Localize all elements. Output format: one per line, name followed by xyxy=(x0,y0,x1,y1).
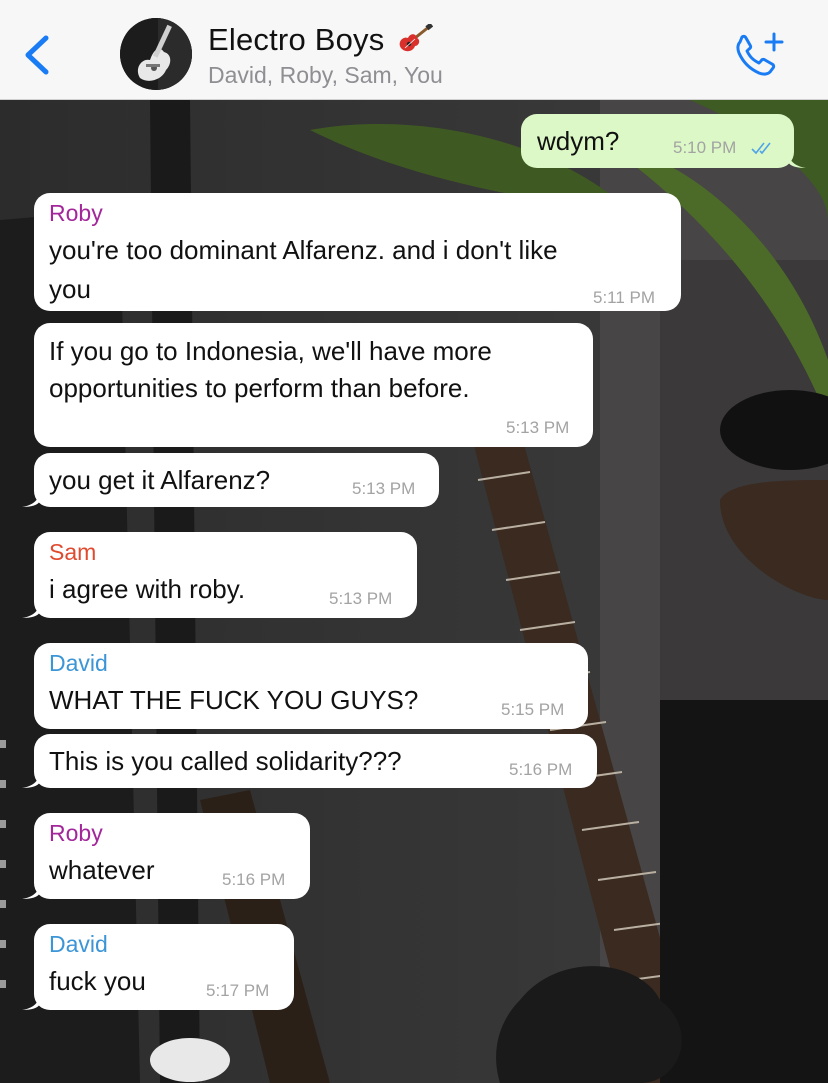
message-text-line: If you go to Indonesia, we'll have more xyxy=(49,336,492,366)
sender-name: David xyxy=(49,931,108,957)
phone-plus-icon xyxy=(736,32,784,76)
message-text-line: you xyxy=(49,274,91,304)
message-text: This is you called solidarity??? xyxy=(49,746,402,776)
message-bubble-incoming[interactable]: David WHAT THE FUCK YOU GUYS? 5:15 PM xyxy=(34,643,588,729)
message-time: 5:16 PM xyxy=(222,870,286,889)
double-check-read-icon xyxy=(751,142,771,155)
chevron-left-icon xyxy=(25,35,49,75)
chat-message-list[interactable]: wdym? 5:10 PM Roby you're too dominant A… xyxy=(0,100,828,1083)
add-call-button[interactable] xyxy=(730,30,786,82)
message-bubble-incoming[interactable]: Sam i agree with roby. 5:13 PM xyxy=(22,532,417,618)
message-text: you get it Alfarenz? xyxy=(49,465,271,495)
bubble-tail xyxy=(22,992,40,1010)
chat-title: Electro Boys xyxy=(208,20,443,60)
sender-name: Roby xyxy=(49,200,103,226)
message-text: i agree with roby. xyxy=(49,574,246,604)
chat-title-text: Electro Boys xyxy=(208,22,385,57)
bubble-tail xyxy=(788,150,806,168)
message-bubble-incoming[interactable]: Roby you're too dominant Alfarenz. and i… xyxy=(34,193,681,311)
message-text: whatever xyxy=(49,855,155,885)
message-bubble-incoming[interactable]: you get it Alfarenz? 5:13 PM xyxy=(22,453,439,507)
message-time: 5:13 PM xyxy=(329,589,393,608)
group-avatar[interactable] xyxy=(120,18,192,90)
back-button[interactable] xyxy=(18,30,58,80)
bubble-tail xyxy=(22,770,40,788)
sender-name: Sam xyxy=(49,539,97,565)
sender-name: Roby xyxy=(49,820,103,846)
guitar-photo-icon xyxy=(120,18,192,90)
message-bubble-outgoing[interactable]: wdym? 5:10 PM xyxy=(521,114,806,168)
message-time: 5:13 PM xyxy=(352,479,416,498)
message-text: WHAT THE FUCK YOU GUYS? xyxy=(49,685,419,715)
message-bubble-incoming[interactable]: This is you called solidarity??? 5:16 PM xyxy=(22,734,597,788)
message-text-line: opportunities to perform than before. xyxy=(49,373,470,403)
message-time: 5:15 PM xyxy=(501,700,565,719)
message-bubble-incoming[interactable]: David fuck you 5:17 PM xyxy=(22,924,294,1010)
guitar-emoji-icon xyxy=(397,22,434,54)
message-time: 5:10 PM xyxy=(673,138,737,157)
message-text: fuck you xyxy=(49,966,146,996)
chat-header: Electro Boys David, Roby, Sam, You xyxy=(0,0,828,100)
message-time: 5:11 PM xyxy=(593,288,656,307)
message-time: 5:13 PM xyxy=(506,418,570,437)
message-time: 5:17 PM xyxy=(206,981,270,1000)
bubble-tail xyxy=(22,881,40,899)
message-bubble-incoming[interactable]: If you go to Indonesia, we'll have more … xyxy=(34,323,593,447)
bubble-tail xyxy=(22,600,40,618)
chat-title-block[interactable]: Electro Boys David, Roby, Sam, You xyxy=(208,20,443,90)
chat-participants: David, Roby, Sam, You xyxy=(208,62,443,88)
message-time: 5:16 PM xyxy=(509,760,573,779)
message-bubble-incoming[interactable]: Roby whatever 5:16 PM xyxy=(22,813,310,899)
bubble-tail xyxy=(22,489,40,507)
message-text: wdym? xyxy=(537,126,620,156)
message-text-line: you're too dominant Alfarenz. and i don'… xyxy=(49,235,558,265)
sender-name: David xyxy=(49,650,108,676)
